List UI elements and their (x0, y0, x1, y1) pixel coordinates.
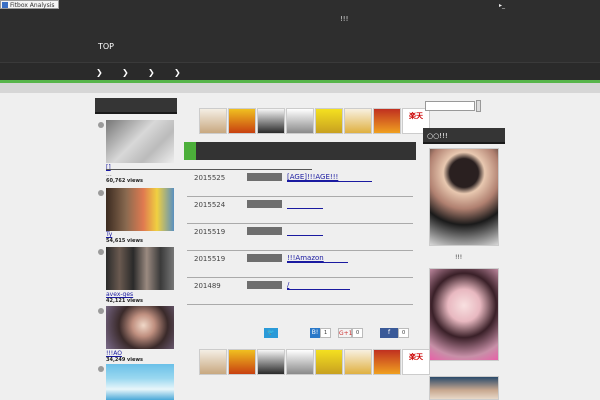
news-category-badge (247, 254, 282, 262)
banner-ad[interactable] (373, 108, 401, 134)
banner-ad[interactable] (257, 108, 285, 134)
right-column-header: ○○!!! (423, 128, 505, 144)
ranking-title[interactable]: Ty (106, 231, 112, 238)
news-title-underline (287, 208, 323, 209)
ranking-thumbnail[interactable] (106, 188, 174, 231)
news-row[interactable]: 2015519 !!!Amazon (187, 251, 413, 278)
news-category-badge (247, 173, 282, 181)
analytics-icon (2, 2, 8, 8)
ranking-item[interactable]: Ty 54,615 views (98, 188, 188, 248)
banner-ad[interactable] (286, 349, 314, 375)
bullet-icon (98, 190, 104, 196)
news-date: 2015519 (194, 255, 226, 263)
ranking-thumbnail[interactable] (106, 306, 174, 349)
ranking-item[interactable]: [] ... 60,762 views (98, 120, 312, 186)
ranking-views: 54,615 views (106, 238, 143, 244)
bullet-icon (98, 249, 104, 255)
gplus-share[interactable]: G+1 0 (338, 328, 364, 338)
ranking-subtitle: ... (106, 171, 112, 178)
hatena-bookmark-icon[interactable]: B! (310, 328, 320, 338)
news-title[interactable]: !!!Amazon (287, 254, 324, 262)
bullet-icon (98, 366, 104, 372)
nav-item-4[interactable]: ❯ (174, 68, 181, 77)
banner-ad[interactable] (286, 108, 314, 134)
ranking-thumbnail[interactable] (106, 364, 174, 400)
news-date: 201489 (194, 282, 221, 290)
nav-item-1[interactable]: ❯ (96, 68, 103, 77)
photo-caption: !!! (455, 254, 463, 261)
news-title[interactable]: [AGE]!!!AGE!!! (287, 173, 338, 181)
ranking-header (95, 98, 177, 114)
news-date: 2015524 (194, 201, 226, 209)
facebook-count: 0 (398, 328, 410, 338)
twitter-icon[interactable]: 🐦 (264, 328, 278, 338)
hatena-share[interactable]: B! 1 (310, 328, 332, 338)
banner-ad[interactable] (315, 108, 343, 134)
right-column-title: ○○!!! (427, 132, 448, 140)
news-row[interactable]: 201489 / (187, 278, 413, 305)
news-row[interactable]: 2015524 (187, 197, 413, 224)
featured-photo[interactable] (429, 268, 499, 361)
ranking-item[interactable]: avex-ges 42,121 views (98, 247, 188, 307)
news-title[interactable]: / (287, 281, 289, 289)
news-category-badge (247, 227, 282, 235)
ranking-item[interactable]: !!!AO 34,249 views (98, 306, 188, 366)
fitbox-analysis-badge[interactable]: Fitbox Analysis (0, 0, 59, 9)
banner-ad[interactable] (344, 108, 372, 134)
banner-ad[interactable] (373, 349, 401, 375)
banner-ad[interactable] (199, 108, 227, 134)
twitter-share[interactable]: 🐦 (264, 328, 278, 338)
search-input[interactable] (425, 101, 475, 111)
ranking-views: 42,121 views (106, 298, 143, 304)
banner-ad[interactable] (257, 349, 285, 375)
news-row[interactable]: 2015519 (187, 224, 413, 251)
banner-ad[interactable] (315, 349, 343, 375)
google-plus-icon[interactable]: G+1 (338, 328, 353, 338)
fitbox-label: Fitbox Analysis (10, 2, 55, 9)
rakuten-banner[interactable]: 楽天 (402, 349, 430, 375)
banner-ad[interactable] (228, 349, 256, 375)
banner-row-bottom: 楽天 (199, 349, 430, 375)
nav-item-3[interactable]: ❯ (148, 68, 155, 77)
main-nav: ❯ ❯ ❯ ❯ (0, 62, 600, 83)
bullet-icon (98, 122, 104, 128)
search-button[interactable] (476, 100, 481, 112)
news-title-underline (287, 181, 372, 182)
ranking-views: 60,762 views (106, 178, 143, 184)
hatena-count: 1 (320, 328, 332, 338)
news-title-underline (287, 262, 348, 263)
facebook-share[interactable]: f 0 (380, 328, 410, 338)
nav-item-2[interactable]: ❯ (122, 68, 129, 77)
ranking-thumbnail[interactable] (106, 247, 174, 290)
news-section-header (184, 142, 416, 160)
banner-ad[interactable] (228, 108, 256, 134)
banner-row-top: 楽天 (199, 108, 430, 134)
banner-ad[interactable] (199, 349, 227, 375)
facebook-icon[interactable]: f (380, 328, 398, 338)
section-accent (184, 142, 196, 160)
ranking-title[interactable]: !!!AO (106, 350, 122, 357)
featured-photo[interactable] (429, 376, 499, 400)
news-date: 2015525 (194, 174, 226, 182)
news-title-underline (287, 235, 323, 236)
ranking-thumbnail[interactable] (106, 120, 174, 163)
ranking-title[interactable]: avex-ges (106, 291, 133, 298)
news-row[interactable]: 2015525 [AGE]!!!AGE!!! (187, 170, 413, 197)
news-category-badge (247, 200, 282, 208)
site-title-mark: !!! (340, 15, 349, 23)
bullet-icon (98, 308, 104, 314)
news-title-underline (287, 289, 350, 290)
ranking-item[interactable] (98, 364, 188, 400)
gplus-count: 0 (352, 328, 364, 338)
featured-photo[interactable] (429, 148, 499, 246)
banner-ad[interactable] (344, 349, 372, 375)
ranking-views: 34,249 views (106, 357, 143, 363)
header-corner-icon[interactable]: ▸_ (499, 2, 505, 9)
nav-divider-band (0, 83, 600, 93)
news-date: 2015519 (194, 228, 226, 236)
news-category-badge (247, 281, 282, 289)
site-header: Fitbox Analysis !!! ▸_ TOP (0, 0, 600, 62)
top-link[interactable]: TOP (98, 42, 114, 51)
